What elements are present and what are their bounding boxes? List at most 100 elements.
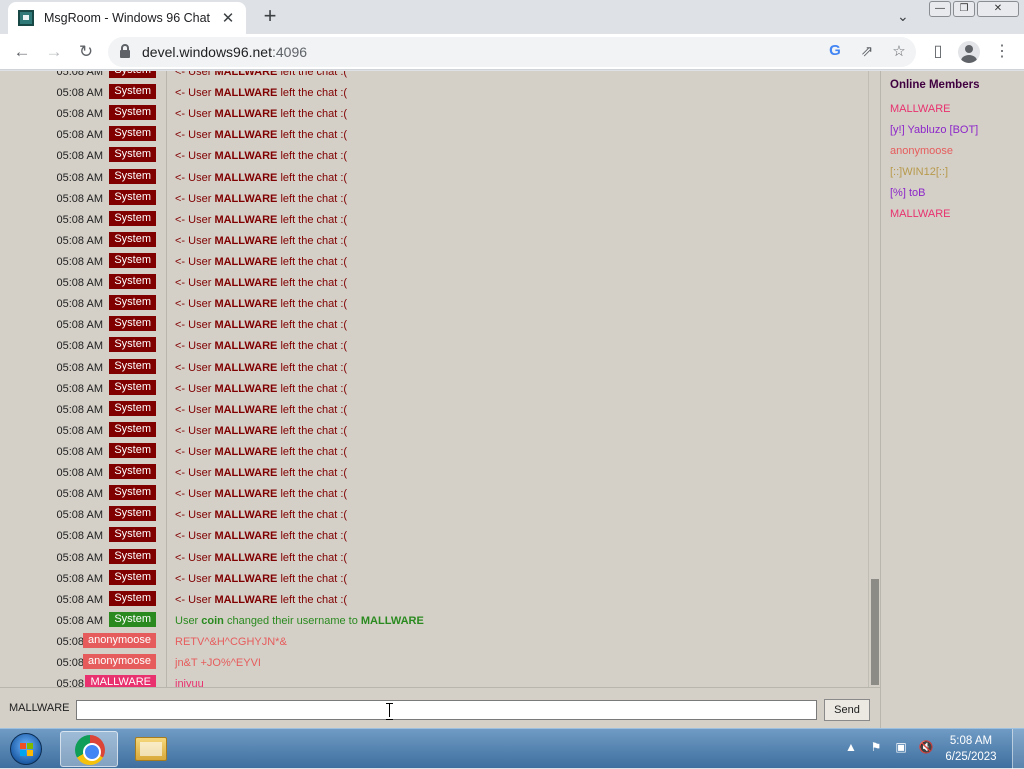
member-item[interactable]: [::]WIN12[::] <box>890 166 1015 187</box>
tab-msgroom[interactable]: MsgRoom - Windows 96 Chat ✕ <box>8 2 246 34</box>
message-text: <- User MALLWARE left the chat :( <box>175 383 347 395</box>
message-username: MALLWARE <box>214 424 278 437</box>
message-author-badge[interactable]: System <box>109 105 156 121</box>
bookmark-star-icon[interactable]: ☆ <box>890 42 908 60</box>
url-port: :4096 <box>271 44 308 60</box>
message-author-badge[interactable]: System <box>109 506 156 522</box>
message-author-badge[interactable]: System <box>109 442 156 458</box>
message-author-badge[interactable]: System <box>109 548 156 564</box>
message-time: 05:08 AM <box>56 488 103 501</box>
message-author-badge[interactable]: System <box>109 590 156 606</box>
message-fragment: <- User <box>175 319 215 332</box>
start-button[interactable] <box>4 731 48 767</box>
message-author-badge[interactable]: System <box>109 421 156 437</box>
tab-close-icon[interactable]: ✕ <box>220 9 236 27</box>
message-username: MALLWARE <box>214 572 278 585</box>
close-window-button[interactable]: ✕ <box>977 1 1019 17</box>
member-item[interactable]: anonymoose <box>890 145 1015 166</box>
message-author-badge[interactable]: System <box>109 611 156 627</box>
message-author-badge[interactable]: System <box>109 400 156 416</box>
message-text: <- User MALLWARE left the chat :( <box>175 488 347 500</box>
message-time: 05:08 AM <box>56 192 103 205</box>
message-author-badge[interactable]: System <box>109 252 156 268</box>
address-bar[interactable]: devel.windows96.net:4096 G ⇗ ☆ <box>108 37 916 67</box>
message-author-badge[interactable]: anonymoose <box>83 654 156 670</box>
message-fragment: <- User <box>175 361 215 374</box>
show-desktop-button[interactable] <box>1012 729 1024 769</box>
message-fragment: left the chat :( <box>277 171 348 184</box>
message-author-badge[interactable]: System <box>109 168 156 184</box>
lock-icon[interactable] <box>120 44 130 58</box>
member-item[interactable]: [y!] Yabluzo [BOT] <box>890 124 1015 145</box>
message-username: MALLWARE <box>214 213 278 226</box>
message-author-badge[interactable]: System <box>109 147 156 163</box>
chat-message-row: 05:08 AM System <- User MALLWARE left the … <box>0 378 868 399</box>
message-author-badge[interactable]: System <box>109 569 156 585</box>
message-author-badge[interactable]: System <box>109 126 156 142</box>
message-fragment: left the chat :( <box>277 551 348 564</box>
member-item[interactable]: MALLWARE <box>890 103 1015 124</box>
reload-icon[interactable]: ↻ <box>74 40 98 64</box>
message-author-badge[interactable]: System <box>109 379 156 395</box>
share-icon[interactable]: ⇗ <box>858 42 876 60</box>
google-translate-icon[interactable]: G <box>826 42 844 60</box>
profile-avatar[interactable] <box>957 40 981 64</box>
message-author-badge[interactable]: System <box>109 316 156 332</box>
message-author-badge[interactable]: System <box>109 84 156 100</box>
network-icon[interactable]: ▣ <box>893 739 909 755</box>
new-tab-button[interactable]: + <box>258 5 282 29</box>
chat-message-row: 05:08 AM MALLWARE jnjyuu <box>0 673 868 687</box>
tray-expand-icon[interactable]: ▲ <box>843 739 859 755</box>
msgroom-page: 05:08 AM System <- User MALLWARE left the … <box>0 71 1024 728</box>
taskbar-explorer[interactable] <box>122 731 180 767</box>
side-panel-icon[interactable]: ▯ <box>926 40 950 64</box>
message-author-badge[interactable]: System <box>109 189 156 205</box>
chat-scrollbar[interactable] <box>868 71 880 687</box>
message-text: <- User MALLWARE left the chat :( <box>175 425 347 437</box>
message-author-badge[interactable]: System <box>109 337 156 353</box>
message-author-badge[interactable]: System <box>109 464 156 480</box>
tab-search-chevron-icon[interactable]: ⌄ <box>897 8 909 25</box>
message-input[interactable] <box>76 700 817 720</box>
forward-arrow-icon[interactable]: → <box>42 40 66 64</box>
taskbar-clock[interactable]: 5:08 AM 6/25/2023 <box>936 733 1006 765</box>
message-author-badge[interactable]: MALLWARE <box>85 675 156 687</box>
message-fragment: left the chat :( <box>277 403 348 416</box>
message-text: <- User MALLWARE left the chat :( <box>175 530 347 542</box>
message-author-badge[interactable]: System <box>109 358 156 374</box>
message-author-badge[interactable]: System <box>109 527 156 543</box>
message-fragment: left the chat :( <box>277 298 348 311</box>
volume-muted-icon[interactable]: 🔇 <box>918 739 934 755</box>
tab-title: MsgRoom - Windows 96 Chat <box>44 11 211 25</box>
chat-message-row: 05:08 AM System <- User MALLWARE left the … <box>0 124 868 145</box>
clock-time: 5:08 AM <box>949 735 993 747</box>
member-item[interactable]: MALLWARE <box>890 208 1015 229</box>
minimize-button[interactable]: — <box>929 1 951 17</box>
message-username: MALLWARE <box>214 71 278 78</box>
message-author-badge[interactable]: System <box>109 210 156 226</box>
message-author-badge[interactable]: System <box>109 295 156 311</box>
message-text: <- User MALLWARE left the chat :( <box>175 235 347 247</box>
member-item[interactable]: [%] toB <box>890 187 1015 208</box>
chat-message-row: 05:08 AM System <- User MALLWARE left the … <box>0 82 868 103</box>
message-time: 05:08 AM <box>56 298 103 311</box>
message-time: 05:08 AM <box>56 234 103 247</box>
message-author-badge[interactable]: System <box>109 485 156 501</box>
back-arrow-icon[interactable]: ← <box>10 40 34 64</box>
message-fragment: <- User <box>175 87 215 100</box>
send-button[interactable]: Send <box>824 699 870 721</box>
message-author-badge[interactable]: System <box>109 71 156 78</box>
message-text: <- User MALLWARE left the chat :( <box>175 256 347 268</box>
message-author-badge[interactable]: System <box>109 274 156 290</box>
chat-log[interactable]: 05:08 AM System <- User MALLWARE left the … <box>0 71 868 687</box>
message-author-badge[interactable]: anonymoose <box>83 632 156 648</box>
chat-message-row: 05:08 AM System <- User MALLWARE left the … <box>0 568 868 589</box>
message-fragment: <- User <box>175 171 215 184</box>
chat-message-row: 05:08 AM System <- User MALLWARE left the … <box>0 525 868 546</box>
restore-button[interactable]: ❐ <box>953 1 975 17</box>
browser-menu-icon[interactable]: ⋮ <box>990 40 1014 64</box>
message-author-badge[interactable]: System <box>109 231 156 247</box>
taskbar-chrome[interactable] <box>60 731 118 767</box>
chat-scrollbar-thumb[interactable] <box>871 579 879 685</box>
action-center-flag-icon[interactable]: ⚑ <box>868 739 884 755</box>
